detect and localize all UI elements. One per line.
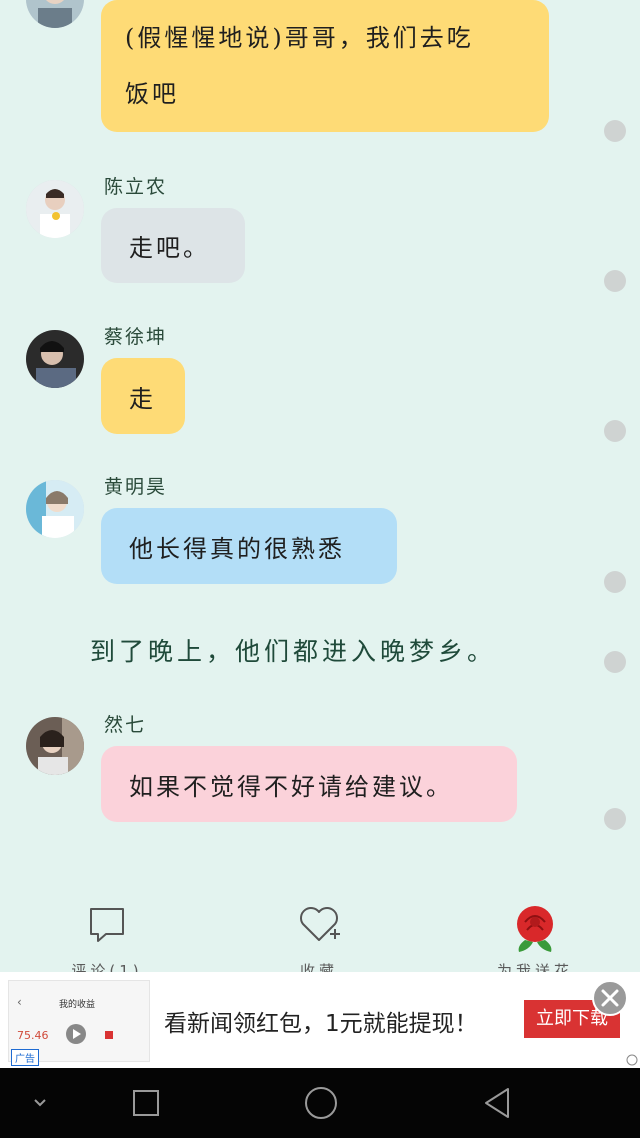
message-status-dot xyxy=(604,270,626,292)
sender-name: 黄明昊 xyxy=(104,476,168,498)
avatar[interactable] xyxy=(26,330,84,388)
ad-thumb-value: 75.46 xyxy=(17,1029,49,1042)
sender-name: 蔡徐坤 xyxy=(104,326,168,348)
message-text: 走 xyxy=(129,384,156,413)
ad-banner[interactable]: ‹ 我的收益 75.46 广告 看新闻领红包，1元就能提现！ 立即下载 xyxy=(0,972,640,1068)
message-status-dot xyxy=(604,120,626,142)
play-icon xyxy=(66,1024,86,1044)
narration-text: 到了晚上，他们都进入晚梦乡。 xyxy=(90,637,497,666)
message-bubble[interactable]: 他长得真的很熟悉 xyxy=(101,508,397,584)
message-status-dot xyxy=(604,571,626,593)
sender-name: 然七 xyxy=(104,714,147,736)
message-text: (假惺惺地说)哥哥，我们去吃 xyxy=(125,24,474,52)
system-nav-bar xyxy=(0,1068,640,1138)
collect-button[interactable]: 收藏 xyxy=(274,896,364,980)
action-bar: 评论(1) 收藏 为我送花 xyxy=(0,896,640,980)
circle-home-icon[interactable] xyxy=(303,1085,339,1121)
ad-thumb-title: 我的收益 xyxy=(59,1000,96,1010)
square-recent-icon[interactable] xyxy=(131,1088,161,1118)
ad-headline: 看新闻领红包，1元就能提现！ xyxy=(164,1011,478,1037)
close-icon xyxy=(601,989,619,1007)
comment-button[interactable]: 评论(1) xyxy=(62,896,152,980)
ad-thumb-button xyxy=(105,1031,113,1039)
ad-close-button[interactable] xyxy=(592,980,628,1016)
message-status-dot xyxy=(604,651,626,673)
message-text: 他长得真的很熟悉 xyxy=(129,534,345,563)
speech-bubble-icon xyxy=(90,908,124,942)
rose-icon xyxy=(517,906,553,952)
send-flower-button[interactable]: 为我送花 xyxy=(490,896,580,980)
message-bubble[interactable]: 走 xyxy=(101,358,185,434)
message-text: 走吧。 xyxy=(129,234,210,262)
info-icon xyxy=(626,1054,638,1066)
ad-tag: 广告 xyxy=(11,1049,39,1066)
avatar[interactable] xyxy=(26,0,84,28)
message-text: 饭吧 xyxy=(125,80,179,108)
message-bubble[interactable]: 走吧。 xyxy=(101,208,245,283)
message-bubble[interactable]: 如果不觉得不好请给建议。 xyxy=(101,746,517,822)
triangle-back-icon[interactable] xyxy=(482,1086,514,1120)
sender-name: 陈立农 xyxy=(104,176,168,198)
heart-plus-icon xyxy=(300,907,340,941)
message-text: 如果不觉得不好请给建议。 xyxy=(129,772,453,801)
message-status-dot xyxy=(604,808,626,830)
ad-thumbnail: ‹ 我的收益 75.46 广告 xyxy=(8,980,150,1066)
chevron-down-icon[interactable] xyxy=(30,1093,50,1113)
chevron-left-icon: ‹ xyxy=(17,995,22,1009)
chat-area: (假惺惺地说)哥哥，我们去吃 饭吧 陈立农 走吧。 蔡徐坤 走 黄明昊 他长得真… xyxy=(0,0,640,870)
message-status-dot xyxy=(604,420,626,442)
avatar[interactable] xyxy=(26,180,84,238)
avatar[interactable] xyxy=(26,480,84,538)
avatar[interactable] xyxy=(26,717,84,775)
message-bubble[interactable]: (假惺惺地说)哥哥，我们去吃 饭吧 xyxy=(101,0,549,132)
